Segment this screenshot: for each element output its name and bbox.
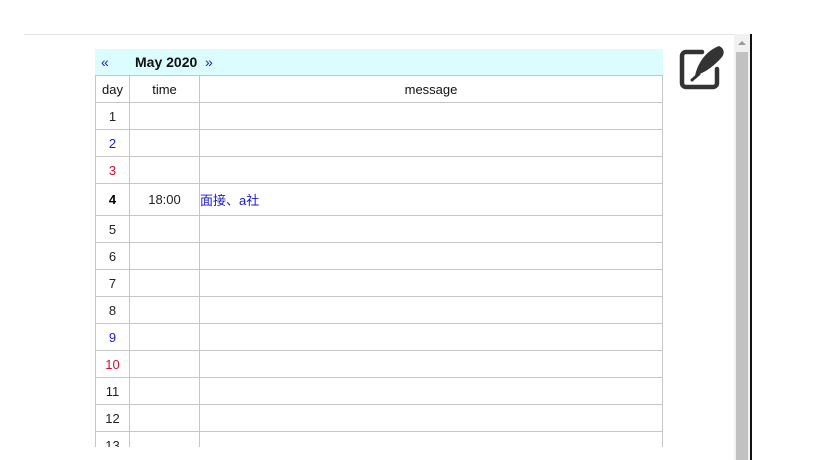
calendar-row: 5 [95,215,663,243]
time-cell [129,242,200,270]
calendar-row: 6 [95,242,663,270]
calendar-row: 4 18:00 面接、a社 [95,183,663,216]
day-cell: 9 [95,323,130,351]
calendar-row: 2 [95,129,663,157]
message-cell [199,350,663,378]
month-title: May 2020 [135,54,198,70]
calendar-row: 13 [95,431,663,447]
scroll-up-button[interactable] [734,34,750,51]
message-cell [199,242,663,270]
time-cell [129,323,200,351]
day-cell: 1 [95,102,130,130]
calendar: « May 2020 » day time message 1 2 3 4 18:00 面… [95,49,663,447]
time-cell: 18:00 [129,183,200,216]
calendar-row: 3 [95,156,663,184]
message-cell [199,377,663,405]
message-cell[interactable]: 面接、a社 [199,183,663,216]
calendar-row: 12 [95,404,663,432]
vertical-scrollbar[interactable] [734,34,750,460]
message-cell [199,129,663,157]
time-cell [129,377,200,405]
message-cell [199,215,663,243]
day-cell: 6 [95,242,130,270]
day-cell: 7 [95,269,130,297]
edit-square-pen-icon [679,46,724,90]
calendar-row: 9 [95,323,663,351]
time-cell [129,296,200,324]
time-cell [129,129,200,157]
time-cell [129,156,200,184]
time-cell [129,404,200,432]
message-cell [199,323,663,351]
day-cell: 8 [95,296,130,324]
day-cell: 3 [95,156,130,184]
edit-entry-button[interactable] [678,43,726,91]
time-cell [129,350,200,378]
day-cell: 2 [95,129,130,157]
calendar-row: 11 [95,377,663,405]
day-cell: 4 [95,183,130,216]
scroll-up-arrow-icon [738,41,746,45]
day-cell: 5 [95,215,130,243]
message-cell [199,269,663,297]
day-cell: 10 [95,350,130,378]
calendar-header: « May 2020 » [95,49,663,75]
day-cell: 13 [95,431,130,447]
column-header-message: message [199,75,663,103]
time-cell [129,102,200,130]
top-divider [24,34,750,35]
calendar-row: 1 [95,102,663,130]
calendar-column-headers: day time message [95,75,663,103]
column-header-day: day [95,75,130,103]
window-edge [750,34,752,460]
calendar-table: day time message 1 2 3 4 18:00 面接、a社 5 6 7 8 9 10 11… [95,75,663,447]
time-cell [129,431,200,447]
next-month-link[interactable]: » [205,54,213,70]
calendar-row: 10 [95,350,663,378]
day-cell: 11 [95,377,130,405]
column-header-time: time [129,75,200,103]
time-cell [129,269,200,297]
calendar-row: 8 [95,296,663,324]
message-cell [199,102,663,130]
calendar-row: 7 [95,269,663,297]
prev-month-link[interactable]: « [101,54,109,70]
message-cell [199,156,663,184]
message-cell [199,296,663,324]
time-cell [129,215,200,243]
day-cell: 12 [95,404,130,432]
scroll-thumb[interactable] [736,52,748,460]
message-cell [199,431,663,447]
message-cell [199,404,663,432]
